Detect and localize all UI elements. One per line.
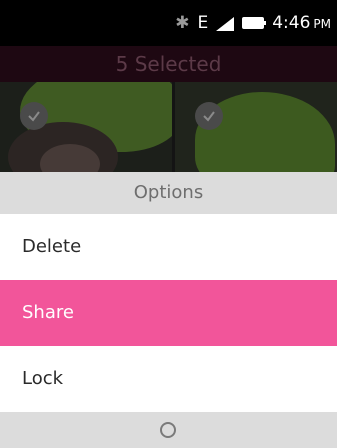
options-title: Options: [0, 172, 337, 214]
signal-icon: [216, 16, 235, 31]
menu-item-delete[interactable]: Delete: [0, 214, 337, 280]
check-icon: [20, 102, 48, 130]
circle-icon[interactable]: [160, 422, 176, 438]
network-type: E: [197, 13, 209, 33]
time-text: 4:46: [272, 13, 311, 33]
photo-thumbnail[interactable]: [175, 82, 337, 172]
status-icons: ✱ E 4:46 PM: [175, 10, 331, 36]
check-icon: [195, 102, 223, 130]
softkey-bar: [0, 412, 337, 448]
selection-header: 5 Selected: [0, 46, 337, 82]
status-time: 4:46 PM: [272, 13, 331, 33]
screen: ✱ E 4:46 PM 5 Selected Options Delete Sh…: [0, 0, 337, 448]
battery-icon: [242, 17, 267, 29]
time-ampm: PM: [313, 17, 331, 31]
thumbnail-grid: [0, 82, 337, 172]
menu-item-lock[interactable]: Lock: [0, 346, 337, 412]
bluetooth-icon: ✱: [175, 12, 190, 33]
options-menu: Delete Share Lock: [0, 214, 337, 412]
photo-thumbnail[interactable]: [0, 82, 172, 172]
menu-item-share[interactable]: Share: [0, 280, 337, 346]
status-bar: ✱ E 4:46 PM: [0, 0, 337, 46]
